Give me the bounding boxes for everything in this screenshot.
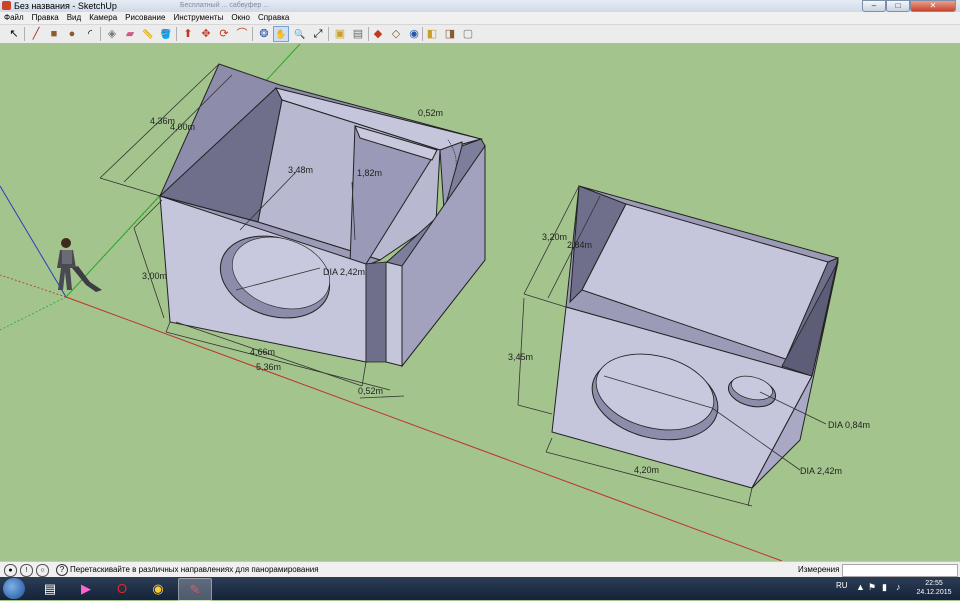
dim-box1-speaker-dia: DIA 2,42m <box>323 267 365 277</box>
toolbar-divider <box>176 27 177 41</box>
dim-box2-port-dia: DIA 0,84m <box>828 420 870 430</box>
explorer-taskbar-icon[interactable]: ▤ <box>34 578 66 599</box>
zoom-tool-icon[interactable]: 🔍 <box>292 26 308 42</box>
dim-box1-width-inner: 4,66m <box>250 347 275 357</box>
rectangle-tool-icon[interactable]: ■ <box>46 26 62 42</box>
minimize-button[interactable]: – <box>862 0 886 12</box>
offset-tool-icon[interactable]: ⌒ <box>234 26 250 42</box>
layout-tool-icon[interactable]: ◉ <box>406 26 422 42</box>
main-toolbar: ↖ ╱ ■ ● ◜ ◈ ▰ 📏 🪣 ⬆ ✥ ⟳ ⌒ ❂ ✋ 🔍 ⤢ ▣ ▤ ◆ … <box>0 25 960 44</box>
circle-tool-icon[interactable]: ● <box>64 26 80 42</box>
help-icon[interactable]: ? <box>56 564 68 576</box>
green-axis-dashed <box>65 195 161 298</box>
language-indicator[interactable]: RU <box>836 581 848 590</box>
subwoofer-box-2[interactable] <box>551 185 839 489</box>
volume-icon[interactable]: ♪ <box>896 582 901 592</box>
red-axis-negative <box>0 274 67 298</box>
drawing-viewport[interactable]: 4,36m 4,00m 0,52m 3,48m 1,82m 3,00m DIA … <box>0 44 960 561</box>
dim-box1-depth-inner: 4,00m <box>170 122 195 132</box>
toolbar-divider <box>100 27 101 41</box>
clock-date: 24.12.2015 <box>916 589 952 596</box>
menu-view[interactable]: Вид <box>63 12 85 24</box>
tape-measure-tool-icon[interactable]: 📏 <box>140 26 156 42</box>
system-clock[interactable]: 22:55 24.12.2015 <box>912 579 956 597</box>
clock-time: 22:55 <box>925 580 943 587</box>
status-bar: ● ! ○ ? Перетаскивайте в различных напра… <box>0 561 960 578</box>
arc-tool-icon[interactable]: ◜ <box>82 26 98 42</box>
chrome-taskbar-icon[interactable]: ◉ <box>142 578 174 599</box>
dim-box2-depth-outer: 3,20m <box>542 232 567 242</box>
user-icon[interactable]: ○ <box>36 564 49 577</box>
flag-icon[interactable]: ⚑ <box>868 582 876 593</box>
rotate-tool-icon[interactable]: ⟳ <box>216 26 232 42</box>
line-tool-icon[interactable]: ╱ <box>28 26 44 42</box>
menu-bar: Файл Правка Вид Камера Рисование Инструм… <box>0 12 960 25</box>
menu-draw[interactable]: Рисование <box>121 12 169 24</box>
pan-tool-icon[interactable]: ✋ <box>273 26 289 42</box>
share-model-tool-icon[interactable]: ▤ <box>350 26 366 42</box>
push-pull-tool-icon[interactable]: ⬆ <box>180 26 196 42</box>
menu-camera[interactable]: Камера <box>85 12 121 24</box>
sketchup-taskbar-icon[interactable]: ✎ <box>178 578 212 601</box>
dim-box1-port-depth: 1,82m <box>357 168 382 178</box>
dim-box1-width-outer: 5,36m <box>256 362 281 372</box>
scenes-tool-icon[interactable]: ▢ <box>460 26 476 42</box>
toolbar-divider <box>252 27 253 41</box>
credits-icon[interactable]: ! <box>20 564 33 577</box>
paint-bucket-tool-icon[interactable]: 🪣 <box>158 26 174 42</box>
toolbar-divider <box>422 27 423 41</box>
tray-expand-icon[interactable]: ▲ <box>856 582 865 592</box>
orbit-tool-icon[interactable]: ❂ <box>256 26 272 42</box>
dim-box2-speaker-dia: DIA 2,42m <box>800 466 842 476</box>
blue-axis-line <box>0 185 67 298</box>
dim-box1-height: 3,00m <box>142 271 167 281</box>
dim-box1-port-gap: 0,52m <box>358 386 383 396</box>
maximize-button[interactable]: □ <box>886 0 910 12</box>
move-tool-icon[interactable]: ✥ <box>198 26 214 42</box>
eraser-tool-icon[interactable]: ▰ <box>122 26 138 42</box>
select-tool-icon[interactable]: ↖ <box>6 26 22 42</box>
menu-help[interactable]: Справка <box>254 12 293 24</box>
dim-box1-port-width: 0,52m <box>418 108 443 118</box>
dim-box1-inner-depth: 3,48m <box>288 165 313 175</box>
toolbar-divider <box>24 27 25 41</box>
window-title: Без названия - SketchUp <box>14 1 117 11</box>
dim-box2-width: 4,20m <box>634 465 659 475</box>
sketchup-logo-icon <box>2 1 11 10</box>
media-player-taskbar-icon[interactable]: ▶ <box>70 578 102 599</box>
dim-box2-height: 3,45m <box>508 352 533 362</box>
measurements-label: Измерения <box>798 565 840 574</box>
menu-edit[interactable]: Правка <box>28 12 63 24</box>
green-axis-negative <box>0 296 67 331</box>
menu-window[interactable]: Окно <box>227 12 254 24</box>
warehouse-tool-icon[interactable]: ◧ <box>424 26 440 42</box>
measurements-input[interactable] <box>842 564 958 577</box>
start-button[interactable] <box>3 578 25 599</box>
menu-file[interactable]: Файл <box>0 12 28 24</box>
status-hint-text: Перетаскивайте в различных направлениях … <box>70 565 319 574</box>
model-canvas[interactable]: 4,36m 4,00m 0,52m 3,48m 1,82m 3,00m DIA … <box>0 44 960 561</box>
windows-taskbar: ▤ ▶ O ◉ ✎ RU ▲ ⚑ ▮ ♪ 22:55 24.12.2015 <box>0 577 960 601</box>
dim-box2-depth-inner: 2,84m <box>567 240 592 250</box>
extension-warehouse-tool-icon[interactable]: ◇ <box>388 26 404 42</box>
make-component-tool-icon[interactable]: ◈ <box>104 26 120 42</box>
toolbar-divider <box>368 27 369 41</box>
opera-taskbar-icon[interactable]: O <box>106 578 138 599</box>
zoom-extents-tool-icon[interactable]: ⤢ <box>310 26 326 42</box>
background-window-tabs: Бесплатный ... сабвуфер ... <box>180 2 270 9</box>
styles-tool-icon[interactable]: ◨ <box>442 26 458 42</box>
get-models-tool-icon[interactable]: ▣ <box>332 26 348 42</box>
component-window-tool-icon[interactable]: ◆ <box>370 26 386 42</box>
menu-tools[interactable]: Инструменты <box>169 12 227 24</box>
geo-location-icon[interactable]: ● <box>4 564 17 577</box>
network-icon[interactable]: ▮ <box>882 582 887 593</box>
toolbar-divider <box>328 27 329 41</box>
close-button[interactable]: ✕ <box>910 0 956 12</box>
